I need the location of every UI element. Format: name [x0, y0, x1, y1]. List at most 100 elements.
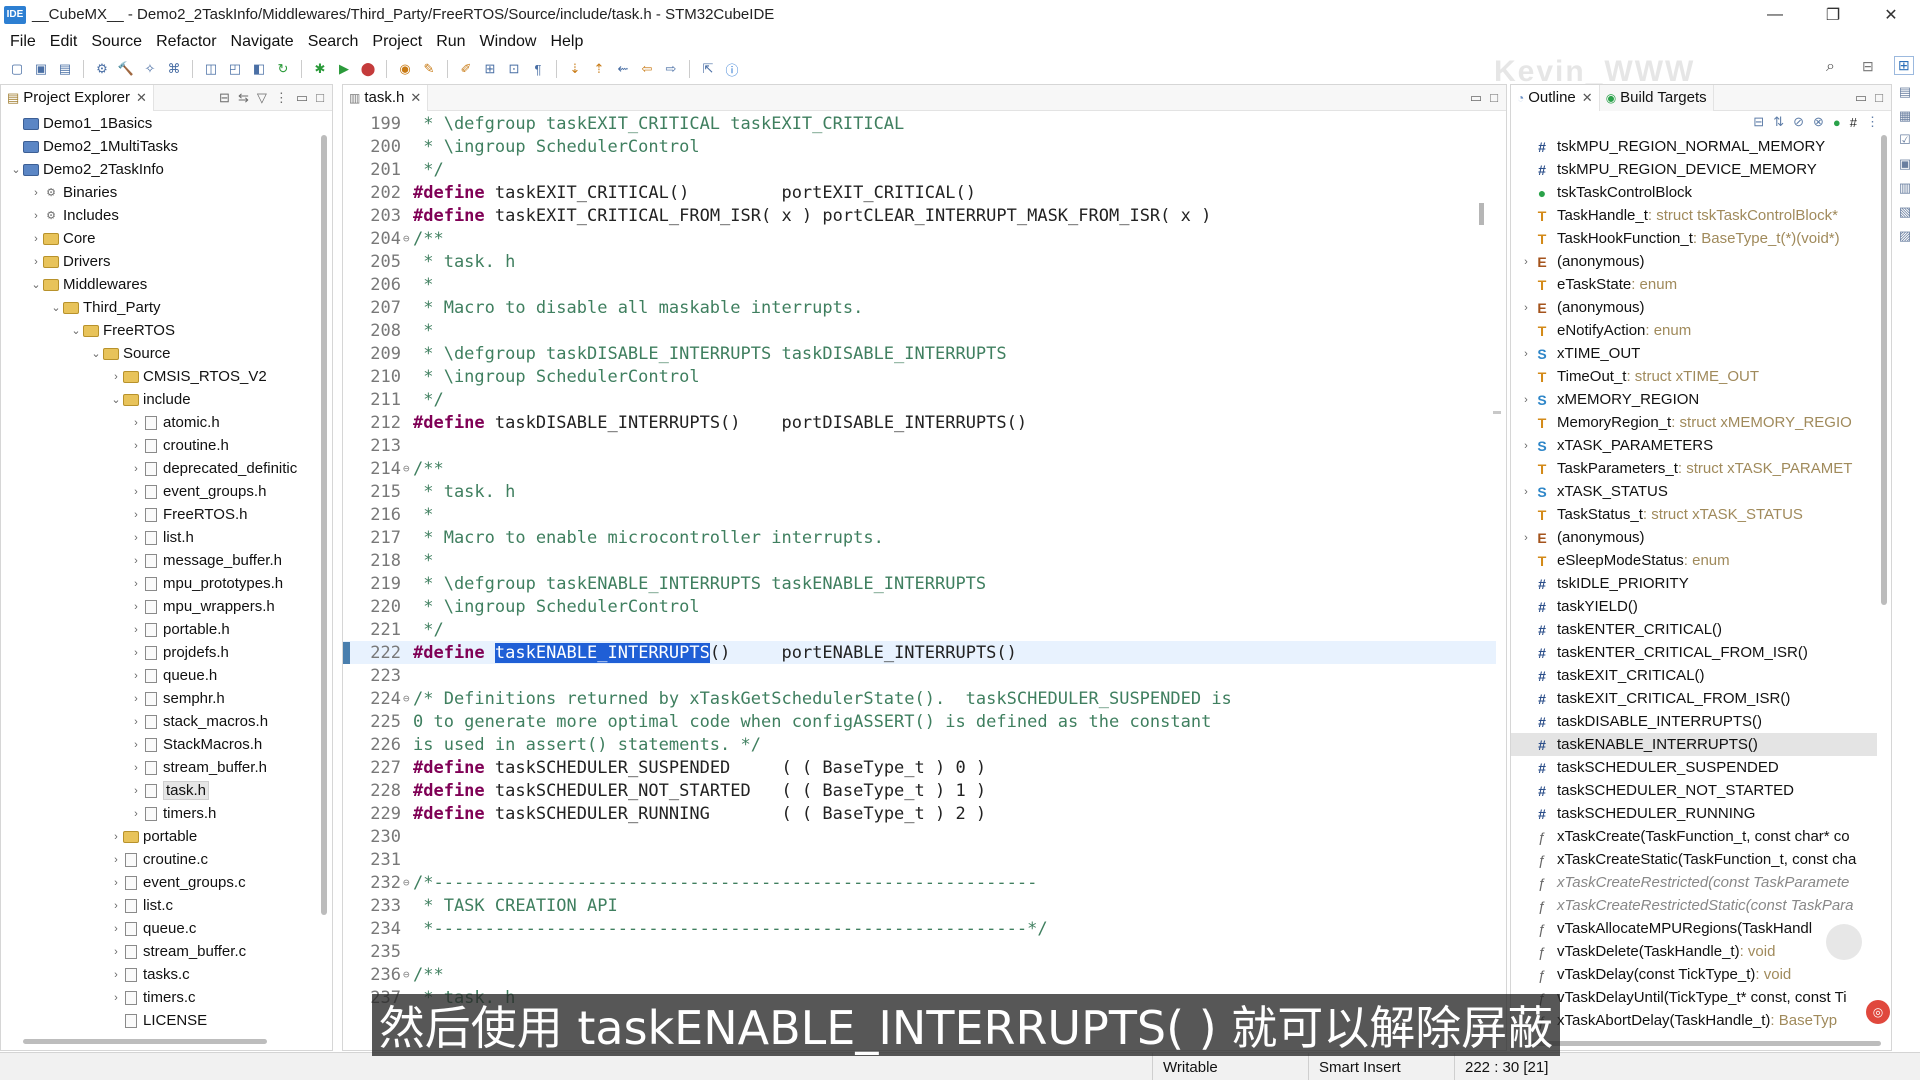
- pin-editor-icon[interactable]: ⇱: [699, 61, 717, 77]
- tree-item[interactable]: › timers.c: [1, 986, 318, 1009]
- tree-item[interactable]: ⌄ Demo2_2TaskInfo: [1, 158, 318, 181]
- close-icon[interactable]: ✕: [136, 90, 147, 106]
- code-line[interactable]: 234 *-----------------------------------…: [343, 917, 1496, 940]
- code-line[interactable]: 214 ⊖/**: [343, 457, 1496, 480]
- close-icon[interactable]: ✕: [1582, 90, 1593, 106]
- outline-item[interactable]: # taskENTER_CRITICAL_FROM_ISR(): [1511, 641, 1877, 664]
- side-build-analyzer-icon[interactable]: ▧: [1899, 204, 1911, 220]
- chevron-right-icon[interactable]: ›: [129, 532, 143, 544]
- outline-item[interactable]: T TimeOut_t : struct xTIME_OUT: [1511, 365, 1877, 388]
- minimize-view-icon[interactable]: ▭: [296, 90, 308, 106]
- tree-item[interactable]: › list.h: [1, 526, 318, 549]
- hide-fields-icon[interactable]: ⊘: [1793, 114, 1804, 130]
- outline-item[interactable]: › SxTASK_STATUS: [1511, 480, 1877, 503]
- code-line[interactable]: 207 * Macro to disable all maskable inte…: [343, 296, 1496, 319]
- tree-item[interactable]: › mpu_wrappers.h: [1, 595, 318, 618]
- chevron-right-icon[interactable]: ›: [1519, 302, 1533, 314]
- save-all-icon[interactable]: ▤: [56, 61, 74, 77]
- minimize-button[interactable]: —: [1746, 0, 1804, 29]
- chevron-right-icon[interactable]: ›: [1519, 256, 1533, 268]
- outline-item[interactable]: # taskYIELD(): [1511, 595, 1877, 618]
- outline-item[interactable]: T TaskHookFunction_t : BaseType_t(*)(void…: [1511, 227, 1877, 250]
- debug-config-icon[interactable]: ⌘: [165, 61, 183, 77]
- code-line[interactable]: 229 #define taskSCHEDULER_RUNNING ( ( Bas…: [343, 802, 1496, 825]
- code-line[interactable]: 233 * TASK CREATION API: [343, 894, 1496, 917]
- code-line[interactable]: 227 #define taskSCHEDULER_SUSPENDED ( ( B…: [343, 756, 1496, 779]
- tree-item[interactable]: › tasks.c: [1, 963, 318, 986]
- code-line[interactable]: 226 is used in assert() statements. */: [343, 733, 1496, 756]
- last-edit-icon[interactable]: ⇜: [614, 61, 632, 77]
- chevron-down-icon[interactable]: ⌄: [29, 278, 43, 291]
- outline-item[interactable]: ƒvTaskDelayUntil(TickType_t* const, cons…: [1511, 986, 1877, 1009]
- chevron-right-icon[interactable]: ›: [109, 877, 123, 889]
- side-registers-icon[interactable]: ▥: [1899, 180, 1911, 196]
- outline-item[interactable]: TeSleepModeStatus : enum: [1511, 549, 1877, 572]
- fold-toggle-icon[interactable]: ⊖: [403, 232, 413, 245]
- chevron-right-icon[interactable]: ›: [129, 555, 143, 567]
- fold-toggle-icon[interactable]: ⊖: [403, 692, 413, 705]
- code-line[interactable]: 217 * Macro to enable microcontroller in…: [343, 526, 1496, 549]
- chevron-right-icon[interactable]: ›: [129, 578, 143, 590]
- fold-toggle-icon[interactable]: ⊖: [403, 462, 413, 475]
- chevron-right-icon[interactable]: ›: [29, 233, 43, 245]
- menu-refactor[interactable]: Refactor: [156, 33, 216, 51]
- chevron-down-icon[interactable]: ⌄: [89, 347, 103, 360]
- outline-item[interactable]: # taskSCHEDULER_NOT_STARTED: [1511, 779, 1877, 802]
- tree-item[interactable]: › ⚙ Binaries: [1, 181, 318, 204]
- refresh-icon[interactable]: ↻: [274, 61, 292, 77]
- new-project-icon[interactable]: ◫: [202, 61, 220, 77]
- code-line[interactable]: 235: [343, 940, 1496, 963]
- side-tasks-icon[interactable]: ☑: [1899, 132, 1911, 148]
- tree-item[interactable]: › Core: [1, 227, 318, 250]
- chevron-down-icon[interactable]: ⌄: [69, 324, 83, 337]
- tree-item[interactable]: › projdefs.h: [1, 641, 318, 664]
- tree-item[interactable]: › queue.h: [1, 664, 318, 687]
- maximize-view-icon[interactable]: □: [316, 90, 324, 106]
- forward-icon[interactable]: ⇨: [662, 61, 680, 77]
- code-line[interactable]: 213: [343, 434, 1496, 457]
- outline-item[interactable]: ƒ xTaskCreateRestricted(const TaskParamet…: [1511, 871, 1877, 894]
- tab-task-h[interactable]: ▥ task.h ✕: [343, 84, 429, 111]
- menu-source[interactable]: Source: [91, 33, 142, 51]
- chevron-right-icon[interactable]: ›: [1519, 394, 1533, 406]
- code-line[interactable]: 199 * \defgroup taskEXIT_CRITICAL taskEX…: [343, 112, 1496, 135]
- side-console-icon[interactable]: ▤: [1899, 84, 1911, 100]
- chevron-right-icon[interactable]: ›: [129, 486, 143, 498]
- tree-item[interactable]: › timers.h: [1, 802, 318, 825]
- show-whitespace-icon[interactable]: ¶: [529, 61, 547, 77]
- outline-item[interactable]: T TaskHandle_t : struct tskTaskControlBlo…: [1511, 204, 1877, 227]
- chevron-right-icon[interactable]: ›: [109, 969, 123, 981]
- chevron-right-icon[interactable]: ›: [129, 647, 143, 659]
- tree-item[interactable]: › deprecated_definitic: [1, 457, 318, 480]
- side-memory-icon[interactable]: ▣: [1899, 156, 1911, 172]
- explorer-hscrollbar[interactable]: [23, 1039, 267, 1044]
- clean-icon[interactable]: ✧: [141, 61, 159, 77]
- save-icon[interactable]: ▣: [32, 61, 50, 77]
- toggle-highlight-icon[interactable]: ✐: [457, 61, 475, 77]
- chevron-right-icon[interactable]: ›: [109, 854, 123, 866]
- explorer-scrollbar[interactable]: [321, 135, 327, 915]
- code-line[interactable]: 208 *: [343, 319, 1496, 342]
- chevron-right-icon[interactable]: ›: [29, 187, 43, 199]
- chevron-right-icon[interactable]: ›: [129, 739, 143, 751]
- next-annotation-icon[interactable]: ⇣: [566, 61, 584, 77]
- chevron-right-icon[interactable]: ›: [129, 808, 143, 820]
- outline-item[interactable]: ● tskTaskControlBlock: [1511, 181, 1877, 204]
- tree-item[interactable]: › stack_macros.h: [1, 710, 318, 733]
- outline-item[interactable]: › SxTIME_OUT: [1511, 342, 1877, 365]
- outline-item[interactable]: ƒ vTaskAllocateMPURegions(TaskHandl: [1511, 917, 1877, 940]
- chevron-right-icon[interactable]: ›: [109, 946, 123, 958]
- code-line[interactable]: 203 #define taskEXIT_CRITICAL_FROM_ISR( x…: [343, 204, 1496, 227]
- menu-window[interactable]: Window: [480, 33, 537, 51]
- code-line[interactable]: 228 #define taskSCHEDULER_NOT_STARTED ( (…: [343, 779, 1496, 802]
- code-line[interactable]: 205 * task. h: [343, 250, 1496, 273]
- tree-item[interactable]: › atomic.h: [1, 411, 318, 434]
- chevron-right-icon[interactable]: ›: [129, 624, 143, 636]
- view-menu-icon[interactable]: ⋮: [1866, 114, 1879, 130]
- outline-item[interactable]: # taskENABLE_INTERRUPTS(): [1511, 733, 1877, 756]
- side-static-stack-icon[interactable]: ▨: [1899, 228, 1911, 244]
- filter-icon[interactable]: ▽: [257, 90, 267, 106]
- code-line[interactable]: 202 #define taskEXIT_CRITICAL() portEXIT_…: [343, 181, 1496, 204]
- chevron-right-icon[interactable]: ›: [1519, 348, 1533, 360]
- tab-build-targets[interactable]: ◉ Build Targets: [1599, 84, 1714, 111]
